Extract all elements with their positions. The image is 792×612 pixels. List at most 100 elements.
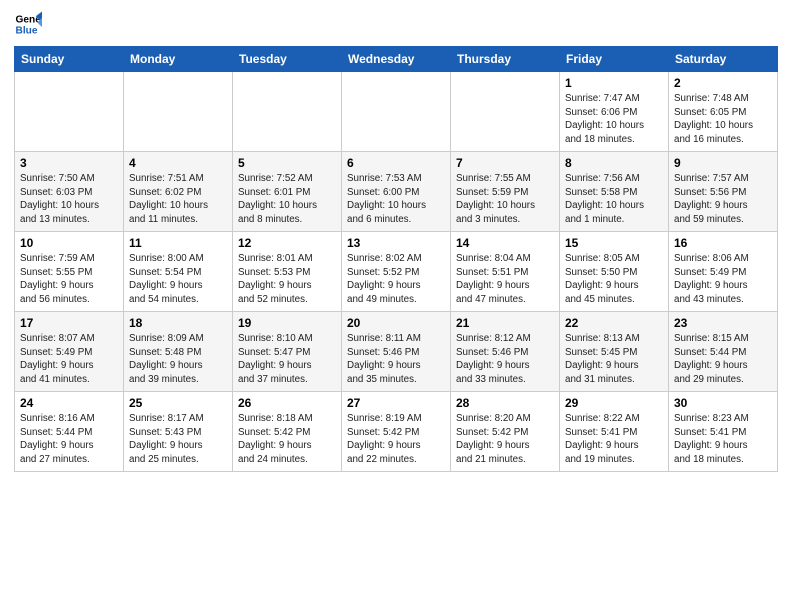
day-number: 5 (238, 156, 336, 170)
day-info: Sunrise: 8:13 AM Sunset: 5:45 PM Dayligh… (565, 332, 663, 387)
calendar-week-row: 24 Sunrise: 8:16 AM Sunset: 5:44 PM Dayli… (15, 392, 778, 472)
calendar-cell: 3 Sunrise: 7:50 AM Sunset: 6:03 PM Daylig… (15, 152, 124, 232)
day-number: 28 (456, 396, 554, 410)
day-info: Sunrise: 7:57 AM Sunset: 5:56 PM Dayligh… (674, 172, 772, 227)
weekday-header: Thursday (451, 47, 560, 72)
calendar-cell: 5 Sunrise: 7:52 AM Sunset: 6:01 PM Daylig… (233, 152, 342, 232)
day-info: Sunrise: 8:06 AM Sunset: 5:49 PM Dayligh… (674, 252, 772, 307)
calendar-week-row: 10 Sunrise: 7:59 AM Sunset: 5:55 PM Dayli… (15, 232, 778, 312)
day-info: Sunrise: 8:15 AM Sunset: 5:44 PM Dayligh… (674, 332, 772, 387)
day-number: 27 (347, 396, 445, 410)
day-number: 30 (674, 396, 772, 410)
day-info: Sunrise: 8:16 AM Sunset: 5:44 PM Dayligh… (20, 412, 118, 467)
calendar-cell: 11 Sunrise: 8:00 AM Sunset: 5:54 PM Dayli… (124, 232, 233, 312)
day-info: Sunrise: 7:51 AM Sunset: 6:02 PM Dayligh… (129, 172, 227, 227)
weekday-header: Friday (560, 47, 669, 72)
calendar-cell: 4 Sunrise: 7:51 AM Sunset: 6:02 PM Daylig… (124, 152, 233, 232)
calendar-cell: 28 Sunrise: 8:20 AM Sunset: 5:42 PM Dayli… (451, 392, 560, 472)
day-info: Sunrise: 8:12 AM Sunset: 5:46 PM Dayligh… (456, 332, 554, 387)
calendar-cell: 24 Sunrise: 8:16 AM Sunset: 5:44 PM Dayli… (15, 392, 124, 472)
calendar-cell: 20 Sunrise: 8:11 AM Sunset: 5:46 PM Dayli… (342, 312, 451, 392)
day-info: Sunrise: 8:17 AM Sunset: 5:43 PM Dayligh… (129, 412, 227, 467)
day-info: Sunrise: 7:48 AM Sunset: 6:05 PM Dayligh… (674, 92, 772, 147)
calendar-cell: 19 Sunrise: 8:10 AM Sunset: 5:47 PM Dayli… (233, 312, 342, 392)
day-number: 7 (456, 156, 554, 170)
day-info: Sunrise: 8:01 AM Sunset: 5:53 PM Dayligh… (238, 252, 336, 307)
day-number: 23 (674, 316, 772, 330)
day-info: Sunrise: 7:50 AM Sunset: 6:03 PM Dayligh… (20, 172, 118, 227)
day-info: Sunrise: 8:10 AM Sunset: 5:47 PM Dayligh… (238, 332, 336, 387)
calendar-cell: 27 Sunrise: 8:19 AM Sunset: 5:42 PM Dayli… (342, 392, 451, 472)
calendar-week-row: 17 Sunrise: 8:07 AM Sunset: 5:49 PM Dayli… (15, 312, 778, 392)
day-info: Sunrise: 8:09 AM Sunset: 5:48 PM Dayligh… (129, 332, 227, 387)
day-info: Sunrise: 7:56 AM Sunset: 5:58 PM Dayligh… (565, 172, 663, 227)
day-number: 8 (565, 156, 663, 170)
calendar-header-row: SundayMondayTuesdayWednesdayThursdayFrid… (15, 47, 778, 72)
calendar-cell: 23 Sunrise: 8:15 AM Sunset: 5:44 PM Dayli… (669, 312, 778, 392)
header: General Blue (14, 10, 778, 38)
calendar-cell: 21Sunrise: 8:12 AM Sunset: 5:46 PM Dayli… (451, 312, 560, 392)
calendar-cell: 7Sunrise: 7:55 AM Sunset: 5:59 PM Daylig… (451, 152, 560, 232)
calendar-cell: 26 Sunrise: 8:18 AM Sunset: 5:42 PM Dayli… (233, 392, 342, 472)
calendar-cell: 16 Sunrise: 8:06 AM Sunset: 5:49 PM Dayli… (669, 232, 778, 312)
day-info: Sunrise: 8:18 AM Sunset: 5:42 PM Dayligh… (238, 412, 336, 467)
calendar: SundayMondayTuesdayWednesdayThursdayFrid… (14, 46, 778, 472)
day-info: Sunrise: 8:02 AM Sunset: 5:52 PM Dayligh… (347, 252, 445, 307)
day-info: Sunrise: 8:20 AM Sunset: 5:42 PM Dayligh… (456, 412, 554, 467)
calendar-cell (15, 72, 124, 152)
day-info: Sunrise: 7:59 AM Sunset: 5:55 PM Dayligh… (20, 252, 118, 307)
logo-icon: General Blue (14, 10, 42, 38)
day-info: Sunrise: 8:00 AM Sunset: 5:54 PM Dayligh… (129, 252, 227, 307)
day-info: Sunrise: 7:53 AM Sunset: 6:00 PM Dayligh… (347, 172, 445, 227)
day-number: 20 (347, 316, 445, 330)
logo: General Blue (14, 10, 46, 38)
day-number: 25 (129, 396, 227, 410)
day-number: 1 (565, 76, 663, 90)
calendar-cell: 6 Sunrise: 7:53 AM Sunset: 6:00 PM Daylig… (342, 152, 451, 232)
day-info: Sunrise: 8:07 AM Sunset: 5:49 PM Dayligh… (20, 332, 118, 387)
day-number: 16 (674, 236, 772, 250)
day-info: Sunrise: 8:23 AM Sunset: 5:41 PM Dayligh… (674, 412, 772, 467)
calendar-week-row: 3 Sunrise: 7:50 AM Sunset: 6:03 PM Daylig… (15, 152, 778, 232)
day-number: 4 (129, 156, 227, 170)
day-number: 24 (20, 396, 118, 410)
day-info: Sunrise: 7:52 AM Sunset: 6:01 PM Dayligh… (238, 172, 336, 227)
calendar-cell: 18 Sunrise: 8:09 AM Sunset: 5:48 PM Dayli… (124, 312, 233, 392)
weekday-header: Saturday (669, 47, 778, 72)
day-number: 10 (20, 236, 118, 250)
day-info: Sunrise: 8:11 AM Sunset: 5:46 PM Dayligh… (347, 332, 445, 387)
day-number: 18 (129, 316, 227, 330)
day-number: 13 (347, 236, 445, 250)
calendar-cell: 29 Sunrise: 8:22 AM Sunset: 5:41 PM Dayli… (560, 392, 669, 472)
weekday-header: Sunday (15, 47, 124, 72)
calendar-cell: 15Sunrise: 8:05 AM Sunset: 5:50 PM Dayli… (560, 232, 669, 312)
day-number: 14 (456, 236, 554, 250)
svg-text:Blue: Blue (16, 25, 38, 36)
calendar-cell: 1 Sunrise: 7:47 AM Sunset: 6:06 PM Daylig… (560, 72, 669, 152)
day-info: Sunrise: 7:47 AM Sunset: 6:06 PM Dayligh… (565, 92, 663, 147)
weekday-header: Tuesday (233, 47, 342, 72)
day-number: 29 (565, 396, 663, 410)
day-number: 12 (238, 236, 336, 250)
day-number: 26 (238, 396, 336, 410)
calendar-cell: 30 Sunrise: 8:23 AM Sunset: 5:41 PM Dayli… (669, 392, 778, 472)
calendar-week-row: 1 Sunrise: 7:47 AM Sunset: 6:06 PM Daylig… (15, 72, 778, 152)
day-number: 6 (347, 156, 445, 170)
calendar-cell: 10 Sunrise: 7:59 AM Sunset: 5:55 PM Dayli… (15, 232, 124, 312)
day-number: 3 (20, 156, 118, 170)
day-info: Sunrise: 8:04 AM Sunset: 5:51 PM Dayligh… (456, 252, 554, 307)
day-number: 19 (238, 316, 336, 330)
day-number: 9 (674, 156, 772, 170)
weekday-header: Monday (124, 47, 233, 72)
calendar-cell (342, 72, 451, 152)
calendar-cell (233, 72, 342, 152)
day-number: 17 (20, 316, 118, 330)
day-info: Sunrise: 8:19 AM Sunset: 5:42 PM Dayligh… (347, 412, 445, 467)
calendar-cell: 14 Sunrise: 8:04 AM Sunset: 5:51 PM Dayli… (451, 232, 560, 312)
calendar-cell: 9 Sunrise: 7:57 AM Sunset: 5:56 PM Daylig… (669, 152, 778, 232)
day-number: 22 (565, 316, 663, 330)
day-info: Sunrise: 8:22 AM Sunset: 5:41 PM Dayligh… (565, 412, 663, 467)
page: General Blue SundayMondayTuesdayWednesda… (0, 0, 792, 612)
day-number: 11 (129, 236, 227, 250)
calendar-cell: 13 Sunrise: 8:02 AM Sunset: 5:52 PM Dayli… (342, 232, 451, 312)
